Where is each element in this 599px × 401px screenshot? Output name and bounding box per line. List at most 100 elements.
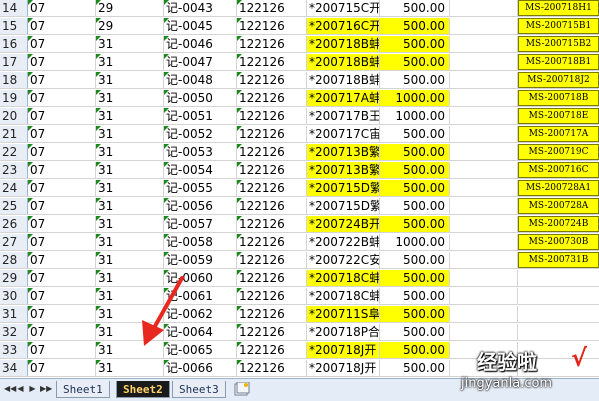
last-sheet-nav-icon[interactable]: ▶▶ — [40, 384, 52, 394]
cell-summary[interactable]: *200717C宙 — [307, 126, 380, 142]
cell-month[interactable]: 07 — [28, 18, 96, 34]
cell-day[interactable]: 31 — [96, 108, 164, 124]
insert-sheet-icon[interactable] — [234, 382, 250, 396]
cell-account[interactable]: 122126 — [237, 162, 307, 178]
cell-month[interactable]: 07 — [28, 342, 96, 358]
cell-amount[interactable]: 1000.00 — [380, 234, 450, 250]
cell-day[interactable]: 29 — [96, 0, 164, 16]
cell-voucher[interactable]: 记-0045 — [164, 18, 237, 34]
cell-summary[interactable]: *200718P合 — [307, 324, 380, 340]
cell-empty[interactable] — [450, 18, 518, 34]
row-header[interactable]: 30 — [0, 288, 28, 304]
cell-summary[interactable]: *200713B繁 — [307, 144, 380, 160]
cell-month[interactable]: 07 — [28, 234, 96, 250]
cell-summary[interactable]: *200711S阜 — [307, 306, 380, 322]
row-header[interactable]: 34 — [0, 360, 28, 376]
cell-amount[interactable]: 500.00 — [380, 144, 450, 160]
row-header[interactable]: 16 — [0, 36, 28, 52]
cell-summary[interactable]: *200713B繁 — [307, 162, 380, 178]
cell-account[interactable]: 122126 — [237, 198, 307, 214]
tab-sheet1[interactable]: Sheet1 — [56, 381, 110, 398]
row-header[interactable]: 31 — [0, 306, 28, 322]
cell-summary[interactable]: *200717A蚌 — [307, 90, 380, 106]
cell-summary[interactable]: *200718B蚌 — [307, 36, 380, 52]
row-header[interactable]: 15 — [0, 18, 28, 34]
cell-amount[interactable]: 1000.00 — [380, 108, 450, 124]
cell-empty[interactable] — [450, 180, 518, 196]
cell-empty[interactable] — [450, 306, 518, 322]
cell-month[interactable]: 07 — [28, 144, 96, 160]
cell-amount[interactable]: 500.00 — [380, 342, 450, 358]
cell-amount[interactable]: 500.00 — [380, 54, 450, 70]
row-header[interactable]: 14 — [0, 0, 28, 16]
cell-voucher[interactable]: 记-0066 — [164, 360, 237, 376]
cell-summary[interactable]: *200715C开 — [307, 0, 380, 16]
cell-voucher[interactable]: 记-0043 — [164, 0, 237, 16]
row-header[interactable]: 28 — [0, 252, 28, 268]
cell-amount[interactable]: 500.00 — [380, 288, 450, 304]
cell-account[interactable]: 122126 — [237, 72, 307, 88]
row-header[interactable]: 25 — [0, 198, 28, 214]
cell-account[interactable]: 122126 — [237, 324, 307, 340]
cell-summary[interactable]: *200722C安 — [307, 252, 380, 268]
cell-voucher[interactable]: 记-0053 — [164, 144, 237, 160]
cell-voucher[interactable]: 记-0054 — [164, 162, 237, 178]
cell-summary[interactable]: *200718B蚌 — [307, 54, 380, 70]
cell-empty[interactable] — [450, 90, 518, 106]
cell-amount[interactable]: 500.00 — [380, 126, 450, 142]
cell-day[interactable]: 31 — [96, 198, 164, 214]
cell-summary[interactable]: *200717B王 — [307, 108, 380, 124]
cell-amount[interactable]: 500.00 — [380, 180, 450, 196]
cell-account[interactable]: 122126 — [237, 18, 307, 34]
cell-account[interactable]: 122126 — [237, 360, 307, 376]
cell-account[interactable]: 122126 — [237, 54, 307, 70]
cell-account[interactable]: 122126 — [237, 144, 307, 160]
cell-empty[interactable] — [450, 288, 518, 304]
row-header[interactable]: 20 — [0, 108, 28, 124]
cell-voucher[interactable]: 记-0055 — [164, 180, 237, 196]
cell-account[interactable]: 122126 — [237, 252, 307, 268]
cell-voucher[interactable]: 记-0051 — [164, 108, 237, 124]
cell-day[interactable]: 29 — [96, 18, 164, 34]
row-header[interactable]: 18 — [0, 72, 28, 88]
cell-amount[interactable]: 500.00 — [380, 72, 450, 88]
cell-month[interactable]: 07 — [28, 360, 96, 376]
cell-month[interactable]: 07 — [28, 162, 96, 178]
cell-month[interactable]: 07 — [28, 90, 96, 106]
cell-day[interactable]: 31 — [96, 252, 164, 268]
cell-summary[interactable]: *200715D繁 — [307, 180, 380, 196]
cell-empty[interactable] — [450, 234, 518, 250]
row-header[interactable]: 24 — [0, 180, 28, 196]
tab-sheet2[interactable]: Sheet2 — [116, 381, 170, 398]
cell-amount[interactable]: 500.00 — [380, 0, 450, 16]
cell-amount[interactable]: 500.00 — [380, 252, 450, 268]
cell-summary[interactable]: *200716C开 — [307, 18, 380, 34]
cell-day[interactable]: 31 — [96, 180, 164, 196]
row-header[interactable]: 23 — [0, 162, 28, 178]
cell-month[interactable]: 07 — [28, 0, 96, 16]
row-header[interactable]: 29 — [0, 270, 28, 286]
cell-voucher[interactable]: 记-0052 — [164, 126, 237, 142]
cell-month[interactable]: 07 — [28, 126, 96, 142]
cell-account[interactable]: 122126 — [237, 126, 307, 142]
cell-month[interactable]: 07 — [28, 270, 96, 286]
cell-month[interactable]: 07 — [28, 108, 96, 124]
cell-amount[interactable]: 1000.00 — [380, 90, 450, 106]
cell-amount[interactable]: 500.00 — [380, 198, 450, 214]
cell-summary[interactable]: *200718J开 — [307, 342, 380, 358]
cell-day[interactable]: 31 — [96, 360, 164, 376]
cell-voucher[interactable]: 记-0046 — [164, 36, 237, 52]
cell-empty[interactable] — [450, 36, 518, 52]
cell-empty[interactable] — [450, 216, 518, 232]
cell-month[interactable]: 07 — [28, 306, 96, 322]
cell-day[interactable]: 31 — [96, 234, 164, 250]
cell-empty[interactable] — [450, 270, 518, 286]
cell-month[interactable]: 07 — [28, 36, 96, 52]
cell-account[interactable]: 122126 — [237, 270, 307, 286]
cell-day[interactable]: 31 — [96, 90, 164, 106]
cell-amount[interactable]: 500.00 — [380, 270, 450, 286]
cell-empty[interactable] — [450, 108, 518, 124]
cell-day[interactable]: 31 — [96, 162, 164, 178]
cell-amount[interactable]: 500.00 — [380, 18, 450, 34]
cell-day[interactable]: 31 — [96, 126, 164, 142]
